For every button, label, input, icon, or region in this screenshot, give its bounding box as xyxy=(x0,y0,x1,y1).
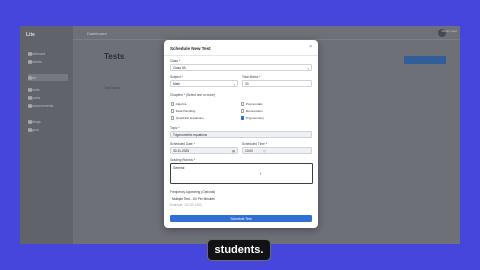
sidebar-item-label: Students xyxy=(28,59,42,64)
chapter-label: Mensuration xyxy=(245,109,263,113)
sidebar-item-label: Dashboard xyxy=(28,51,46,56)
brand-logo: Lite xyxy=(26,32,35,38)
total-marks-label: Total Marks * xyxy=(242,75,261,79)
class-value: Class 9A xyxy=(173,65,186,70)
chevron-down-icon: ▾ xyxy=(307,66,309,71)
schedule-test-modal: Schedule New Test × Class * Class 9A ▾ S… xyxy=(164,40,318,228)
grading-textarea[interactable]: General I xyxy=(170,163,313,184)
class-label: Class * xyxy=(170,59,181,63)
close-icon[interactable]: × xyxy=(309,45,312,50)
chapter-label: Quadratic Equations xyxy=(175,116,204,120)
chapter-checkbox[interactable]: Mensuration xyxy=(241,109,263,113)
total-marks-input[interactable]: 30 xyxy=(242,80,312,87)
scheduled-time-value: 10:00 xyxy=(245,148,253,153)
chapter-label: Polynomials xyxy=(245,102,263,106)
chapter-checkbox[interactable]: Polynomials xyxy=(241,102,262,106)
scheduled-time-label: Scheduled Time * xyxy=(242,142,267,146)
add-test-button[interactable] xyxy=(404,56,446,64)
sidebar-item[interactable]: Dashboard xyxy=(28,50,68,57)
page-title: Tests xyxy=(104,52,125,61)
sidebar-item-label: Results xyxy=(28,87,40,92)
sidebar-item-label: Settings xyxy=(28,119,41,124)
chapter-label: Data Handling xyxy=(175,109,196,113)
checkbox-box[interactable] xyxy=(171,102,175,106)
scheduled-date-label: Scheduled Date * xyxy=(170,142,195,146)
sidebar-item[interactable]: Students xyxy=(28,58,68,65)
sidebar-item-label: Tests xyxy=(28,75,37,80)
sidebar-item[interactable]: Settings xyxy=(28,118,68,125)
subject-value: Math xyxy=(173,81,181,86)
topic-value: Trigonometric equations xyxy=(173,132,208,137)
sidebar-item[interactable]: Reports xyxy=(28,94,68,101)
scheduled-time-input[interactable]: 10:00 ◷ xyxy=(242,147,312,154)
chapter-label: Trigonometry xyxy=(245,116,264,120)
sidebar: Lite Dashboard Students Tests Results Report… xyxy=(20,26,73,244)
breadcrumb: Dashboard xyxy=(87,31,107,36)
chevron-down-icon: ▾ xyxy=(233,82,235,87)
sidebar-item[interactable]: Results xyxy=(28,86,68,93)
table-header: Test Name xyxy=(104,86,121,90)
checkbox-box[interactable] xyxy=(171,109,175,113)
checkbox-box[interactable] xyxy=(241,102,245,106)
checkbox-box[interactable] xyxy=(171,116,175,120)
subject-select[interactable]: Math ▾ xyxy=(170,80,238,87)
frequency-value: Multiple Test - 10/ Per Minutes xyxy=(172,196,215,201)
sidebar-item[interactable]: Logout xyxy=(28,126,68,133)
user-name: Admin User xyxy=(441,29,457,33)
chapter-checkbox[interactable]: Data Handling xyxy=(171,109,195,113)
checkbox-box[interactable] xyxy=(241,109,245,113)
subject-label: Subject * xyxy=(170,75,183,79)
modal-divider xyxy=(164,55,318,56)
frequency-input[interactable]: Multiple Test - 10/ Per Minutes xyxy=(170,195,312,202)
scheduled-date-input[interactable]: 30-11-2025 ▦ xyxy=(170,147,238,154)
clock-icon[interactable]: ◷ xyxy=(263,149,266,153)
scheduled-date-value: 30-11-2025 xyxy=(173,148,190,153)
sidebar-item[interactable]: Tests xyxy=(28,74,68,81)
schedule-test-button[interactable]: Schedule Test xyxy=(170,215,312,222)
grading-label: Grading Rubrics * xyxy=(170,158,196,162)
topic-input[interactable]: Trigonometric equations xyxy=(170,131,312,138)
calendar-icon[interactable]: ▦ xyxy=(232,149,235,153)
sidebar-item-label: Logout xyxy=(28,127,39,132)
text-cursor-icon: I xyxy=(260,171,262,176)
chapter-checkbox[interactable]: Trigonometry xyxy=(241,116,264,120)
sidebar-item[interactable]: Announcements xyxy=(28,102,68,109)
total-marks-value: 30 xyxy=(245,81,249,86)
chapter-checkbox[interactable]: Algebra xyxy=(171,102,186,106)
chapters-label: Chapters * (Select one or more) xyxy=(170,93,215,97)
checkbox-box-checked[interactable] xyxy=(241,116,245,120)
sidebar-item-label: Announcements xyxy=(28,103,54,108)
class-select[interactable]: Class 9A ▾ xyxy=(170,64,312,71)
video-subtitle: students. xyxy=(207,239,271,261)
modal-title: Schedule New Test xyxy=(170,46,211,51)
chapter-label: Algebra xyxy=(175,102,187,106)
chapter-checkbox[interactable]: Quadratic Equations xyxy=(171,116,204,120)
top-bar: Dashboard Admin User xyxy=(73,26,460,40)
frequency-hint: Example: 10/ 20/ 1000 xyxy=(170,203,202,207)
grading-value: General xyxy=(173,165,185,170)
frequency-label: Frequency Appearing (Optional) xyxy=(170,190,216,194)
sidebar-item-label: Reports xyxy=(28,95,41,100)
topic-label: Topic * xyxy=(170,126,180,130)
